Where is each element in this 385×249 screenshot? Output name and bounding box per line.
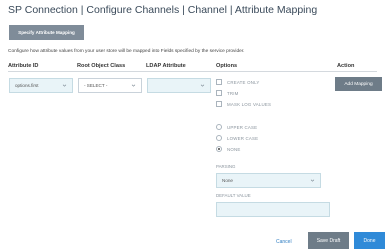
attribute-id-value: options.first xyxy=(15,83,39,88)
lower-case-label: LOWER CASE xyxy=(227,135,259,141)
create-only-checkbox[interactable]: CREATE ONLY xyxy=(216,79,260,85)
column-header-root-object-class: Root Object Class xyxy=(77,63,126,69)
header-divider xyxy=(8,71,377,72)
lower-case-radio[interactable]: LOWER CASE xyxy=(216,135,258,141)
checkbox-box[interactable] xyxy=(216,90,222,96)
checkbox-box[interactable] xyxy=(216,79,222,85)
chevron-down-icon xyxy=(310,179,315,182)
parsing-select[interactable]: None xyxy=(216,173,321,188)
create-only-label: CREATE ONLY xyxy=(227,79,260,85)
chevron-down-icon xyxy=(62,84,67,87)
specify-attribute-mapping-tab[interactable]: Specify Attribute Mapping xyxy=(9,25,84,40)
none-label: NONE xyxy=(227,146,241,152)
mask-log-values-checkbox[interactable]: MASK LOG VALUES xyxy=(216,101,271,107)
attribute-id-select[interactable]: options.first xyxy=(9,78,73,93)
root-object-class-value: - SELECT - xyxy=(84,83,108,88)
add-mapping-button[interactable]: Add Mapping xyxy=(335,77,382,91)
checkbox-box[interactable] xyxy=(216,101,222,107)
column-header-options: Options xyxy=(216,63,238,69)
none-radio[interactable]: NONE xyxy=(216,146,241,152)
column-header-ldap-attribute: LDAP Attribute xyxy=(146,63,186,69)
radio-circle-selected[interactable] xyxy=(216,146,222,152)
radio-circle[interactable] xyxy=(216,135,222,141)
upper-case-label: UPPER CASE xyxy=(227,124,258,130)
ldap-attribute-select[interactable] xyxy=(147,78,211,93)
column-header-action: Action xyxy=(337,63,355,69)
cancel-link[interactable]: Cancel xyxy=(276,239,292,245)
done-button[interactable]: Done xyxy=(354,232,385,249)
trim-label: TRIM xyxy=(227,90,239,96)
parsing-label: PARSING xyxy=(216,164,236,169)
trim-checkbox[interactable]: TRIM xyxy=(216,90,239,96)
column-header-attribute-id: Attribute ID xyxy=(8,63,39,69)
chevron-down-icon xyxy=(131,84,136,87)
mask-log-values-label: MASK LOG VALUES xyxy=(227,101,272,107)
parsing-value: None xyxy=(222,178,233,183)
upper-case-radio[interactable]: UPPER CASE xyxy=(216,124,257,130)
default-value-label: DEFAULT VALUE xyxy=(216,193,251,198)
chevron-down-icon xyxy=(200,84,205,87)
description-text: Configure how attribute values from your… xyxy=(8,49,245,54)
default-value-input[interactable] xyxy=(216,202,330,217)
save-draft-button[interactable]: Save Draft xyxy=(308,232,349,249)
page-title: SP Connection | Configure Channels | Cha… xyxy=(8,4,318,16)
root-object-class-select[interactable]: - SELECT - xyxy=(78,78,142,93)
radio-circle[interactable] xyxy=(216,124,222,130)
